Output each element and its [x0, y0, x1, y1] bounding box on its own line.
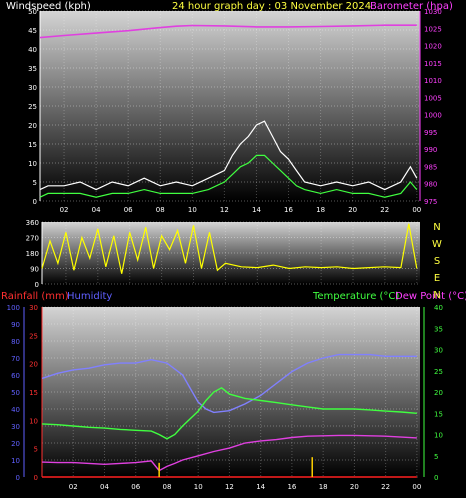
humidity-y-tick: 50 — [11, 389, 20, 397]
wind-y-tick: 50 — [28, 8, 37, 16]
wind-x-tick: 04 — [92, 206, 101, 214]
chart-title: 24 hour graph day : 03 November 2024 — [172, 1, 371, 12]
dew-point-label: Dew Point (°C) — [395, 291, 466, 302]
rain-y-tick: 0 — [34, 474, 38, 482]
compass-label: N — [433, 222, 440, 233]
temp-x-tick: 22 — [381, 483, 390, 491]
wind-y-tick: 5 — [33, 179, 37, 187]
temp-y-tick: 5 — [434, 453, 438, 461]
wind-y-tick: 45 — [28, 27, 37, 35]
humidity-y-tick: 90 — [11, 321, 20, 329]
temp-x-tick: 06 — [131, 483, 140, 491]
barometer-y-tick: 1015 — [424, 60, 442, 68]
direction-y-tick: 90 — [30, 266, 39, 274]
wind-x-tick: 20 — [348, 206, 357, 214]
wind-x-tick: 18 — [316, 206, 325, 214]
humidity-y-tick: 0 — [16, 474, 20, 482]
humidity-y-tick: 30 — [11, 423, 20, 431]
wind-x-tick: 08 — [156, 206, 165, 214]
wind-y-tick: 0 — [33, 198, 37, 206]
rainfall-label: Rainfall (mm) — [1, 291, 69, 302]
barometer-y-tick: 995 — [424, 129, 437, 137]
temp-y-tick: 30 — [434, 347, 443, 355]
weather-charts: Windspeed (kph) 24 hour graph day : 03 N… — [1, 1, 466, 491]
barometer-y-tick: 990 — [424, 146, 437, 154]
temp-y-tick: 0 — [434, 474, 438, 482]
humidity-y-tick: 70 — [11, 355, 20, 363]
rain-y-tick: 25 — [29, 332, 38, 340]
wind-x-tick: 00 — [412, 206, 421, 214]
temp-y-tick: 20 — [434, 389, 443, 397]
compass-label: E — [434, 273, 440, 284]
wind-y-tick: 20 — [28, 122, 37, 130]
wind-y-tick: 15 — [28, 141, 37, 149]
rain-y-tick: 30 — [29, 304, 38, 312]
wind-y-tick: 25 — [28, 103, 37, 111]
temp-x-tick: 14 — [256, 483, 265, 491]
wind-x-tick: 16 — [284, 206, 293, 214]
humidity-y-tick: 20 — [11, 440, 20, 448]
temp-x-tick: 02 — [69, 483, 78, 491]
rain-y-tick: 15 — [29, 389, 38, 397]
barometer-y-tick: 1025 — [424, 25, 442, 33]
wind-x-tick: 02 — [60, 206, 69, 214]
wind-y-tick: 10 — [28, 160, 37, 168]
compass-label: S — [434, 256, 440, 267]
barometer-y-tick: 1010 — [424, 77, 442, 85]
direction-y-tick: 270 — [26, 235, 39, 243]
temp-x-tick: 10 — [194, 483, 203, 491]
direction-y-tick: 360 — [26, 219, 39, 227]
temp-x-tick: 12 — [225, 483, 234, 491]
barometer-y-tick: 980 — [424, 181, 437, 189]
compass-label: N — [433, 290, 440, 301]
windspeed-axis-label: Windspeed (kph) — [6, 1, 91, 12]
humidity-y-tick: 40 — [11, 406, 20, 414]
humidity-label: Humidity — [67, 291, 112, 302]
temp-x-tick: 18 — [319, 483, 328, 491]
wind-x-tick: 10 — [188, 206, 197, 214]
temp-x-tick: 00 — [412, 483, 421, 491]
wind-x-tick: 06 — [124, 206, 133, 214]
temp-y-tick: 10 — [434, 432, 443, 440]
temp-x-tick: 16 — [287, 483, 296, 491]
temp-y-tick: 40 — [434, 304, 443, 312]
barometer-y-tick: 1030 — [424, 8, 442, 16]
wind-y-tick: 35 — [28, 65, 37, 73]
temperature-label: Temperature (°C) — [312, 291, 399, 302]
wind-y-tick: 30 — [28, 84, 37, 92]
barometer-y-tick: 1020 — [424, 43, 442, 51]
rain-y-tick: 10 — [29, 417, 38, 425]
wind-x-tick: 14 — [252, 206, 261, 214]
humidity-y-tick: 100 — [7, 304, 20, 312]
direction-y-tick: 0 — [35, 281, 39, 289]
wind-x-tick: 12 — [220, 206, 229, 214]
wind-y-tick: 40 — [28, 46, 37, 54]
barometer-y-tick: 1005 — [424, 94, 442, 102]
direction-y-tick: 180 — [26, 250, 39, 258]
compass-label: W — [432, 239, 442, 250]
humidity-y-tick: 80 — [11, 338, 20, 346]
humidity-y-tick: 10 — [11, 457, 20, 465]
temp-x-tick: 20 — [350, 483, 359, 491]
temp-y-tick: 35 — [434, 325, 443, 333]
temp-y-tick: 25 — [434, 368, 443, 376]
wind-x-tick: 22 — [380, 206, 389, 214]
temp-x-tick: 04 — [100, 483, 109, 491]
humidity-y-tick: 60 — [11, 372, 20, 380]
rain-y-tick: 5 — [34, 446, 38, 454]
temp-y-tick: 15 — [434, 410, 443, 418]
barometer-y-tick: 975 — [424, 198, 437, 206]
temp-x-tick: 08 — [162, 483, 171, 491]
rain-y-tick: 20 — [29, 361, 38, 369]
barometer-y-tick: 1000 — [424, 112, 442, 120]
barometer-y-tick: 985 — [424, 163, 437, 171]
